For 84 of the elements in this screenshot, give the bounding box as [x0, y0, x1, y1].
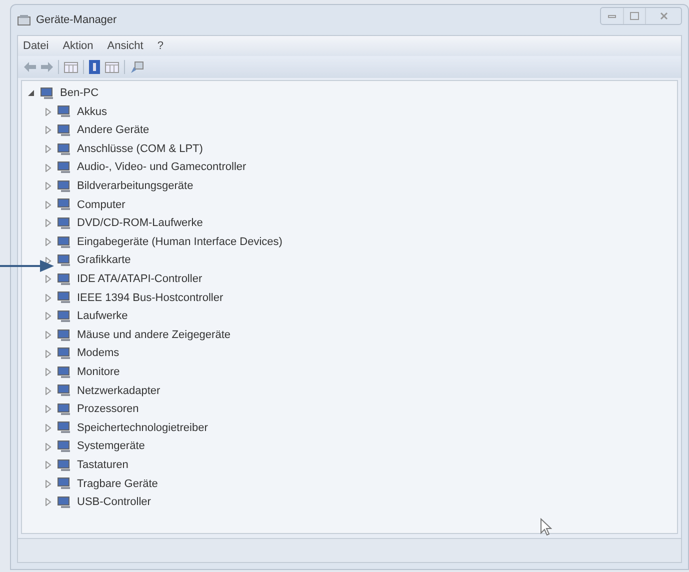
- menu-item[interactable]: ?: [157, 38, 164, 54]
- menu-item[interactable]: Datei: [23, 38, 49, 54]
- device-icon: [57, 142, 72, 156]
- tree-item[interactable]: Akkus: [77, 104, 107, 120]
- tree-item[interactable]: Laufwerke: [77, 308, 128, 325]
- tree-item[interactable]: Tastaturen: [77, 456, 128, 474]
- tree-item[interactable]: Bildverarbeitungsgeräte: [77, 178, 194, 195]
- collapsed-triangle-icon[interactable]: [45, 256, 52, 265]
- maximize-icon: [630, 12, 639, 20]
- device-icon: [57, 421, 72, 434]
- tree-item[interactable]: Prozessoren: [77, 401, 139, 418]
- tree-item[interactable]: Ben-PC: [60, 85, 99, 102]
- device-icon: [57, 440, 72, 454]
- minimize-icon: [608, 14, 616, 18]
- device-icon: [57, 198, 72, 212]
- tree-item[interactable]: Anschlüsse (COM & LPT): [77, 140, 203, 158]
- tree-item[interactable]: Grafikkarte: [77, 252, 131, 269]
- tree-item[interactable]: IEEE 1394 Bus-Hostcontroller: [77, 290, 224, 306]
- collapsed-triangle-icon[interactable]: [45, 368, 52, 376]
- device-icon: [57, 328, 72, 342]
- collapsed-triangle-icon[interactable]: [45, 424, 52, 432]
- device-icon: [57, 458, 72, 472]
- forward-arrow-icon[interactable]: [41, 62, 53, 72]
- collapsed-triangle-icon[interactable]: [45, 498, 52, 506]
- tree-item[interactable]: Systemgeräte: [77, 438, 145, 455]
- collapsed-triangle-icon[interactable]: [45, 405, 52, 414]
- device-icon: [57, 254, 72, 268]
- tree-item[interactable]: Computer: [77, 196, 126, 214]
- collapsed-triangle-icon[interactable]: [45, 108, 52, 116]
- collapsed-triangle-icon[interactable]: [45, 350, 52, 358]
- collapsed-triangle-icon[interactable]: [45, 386, 52, 395]
- tree-item[interactable]: IDE ATA/ATAPI-Controller: [77, 270, 202, 288]
- device-icon: [57, 105, 72, 118]
- menu-item[interactable]: Ansicht: [107, 38, 144, 54]
- tree-item[interactable]: Modems: [77, 345, 120, 362]
- tree-item[interactable]: Andere Geräte: [77, 122, 150, 139]
- collapsed-triangle-icon[interactable]: [45, 182, 52, 190]
- tree-item[interactable]: DVD/CD-ROM-Laufwerke: [77, 215, 203, 232]
- window-title: Geräte-Manager: [36, 12, 117, 28]
- device-icon: [57, 310, 72, 323]
- collapsed-triangle-icon[interactable]: [45, 294, 52, 302]
- tree-item[interactable]: Tragbare Geräte: [77, 476, 158, 492]
- tree-item[interactable]: Audio-, Video- und Gamecontroller: [77, 159, 246, 176]
- collapsed-triangle-icon[interactable]: [45, 312, 52, 320]
- device-icon: [57, 477, 72, 490]
- tree-item[interactable]: USB-Controller: [77, 494, 151, 511]
- device-icon: [57, 216, 72, 230]
- mouse-pointer-icon: [540, 518, 552, 536]
- collapsed-triangle-icon[interactable]: [45, 331, 52, 340]
- device-icon: [57, 236, 72, 249]
- device-icon: [57, 272, 72, 286]
- device-icon: [57, 366, 72, 379]
- device-icon: [57, 180, 72, 193]
- tree-item[interactable]: Mäuse und andere Zeigegeräte: [77, 326, 230, 344]
- device-icon: [57, 384, 72, 398]
- collapsed-triangle-icon[interactable]: [45, 238, 52, 246]
- collapsed-triangle-icon[interactable]: [45, 200, 52, 209]
- device-icon: [57, 161, 72, 174]
- collapsed-triangle-icon[interactable]: [45, 461, 52, 470]
- tree-item[interactable]: Speichertechnologietreiber: [77, 420, 208, 436]
- device-icon: [57, 347, 72, 360]
- properties-icon[interactable]: [64, 62, 78, 72]
- menu-item[interactable]: Aktion: [62, 38, 94, 54]
- annotation-arrow: [0, 260, 54, 272]
- back-arrow-icon[interactable]: [24, 62, 36, 72]
- device-icon: [57, 124, 72, 137]
- close-icon: [660, 12, 668, 20]
- collapsed-triangle-icon[interactable]: [45, 442, 52, 451]
- tree-item[interactable]: Netzwerkadapter: [77, 382, 160, 400]
- computer-icon: [40, 86, 55, 100]
- collapsed-triangle-icon[interactable]: [45, 275, 52, 284]
- collapsed-triangle-icon[interactable]: [45, 126, 52, 134]
- device-icon: [57, 291, 72, 304]
- tree-item[interactable]: Monitore: [77, 364, 120, 380]
- collapsed-triangle-icon[interactable]: [45, 480, 52, 488]
- collapsed-triangle-icon[interactable]: [45, 164, 52, 172]
- device-icon: [57, 496, 72, 509]
- window-icon: [17, 14, 31, 26]
- collapsed-triangle-icon[interactable]: [45, 219, 52, 228]
- device-icon: [57, 402, 72, 416]
- collapsed-triangle-icon[interactable]: [45, 145, 52, 154]
- expanded-triangle-icon[interactable]: [28, 89, 35, 98]
- tree-item[interactable]: Eingabegeräte (Human Interface Devices): [77, 234, 282, 250]
- table-icon[interactable]: [105, 62, 119, 72]
